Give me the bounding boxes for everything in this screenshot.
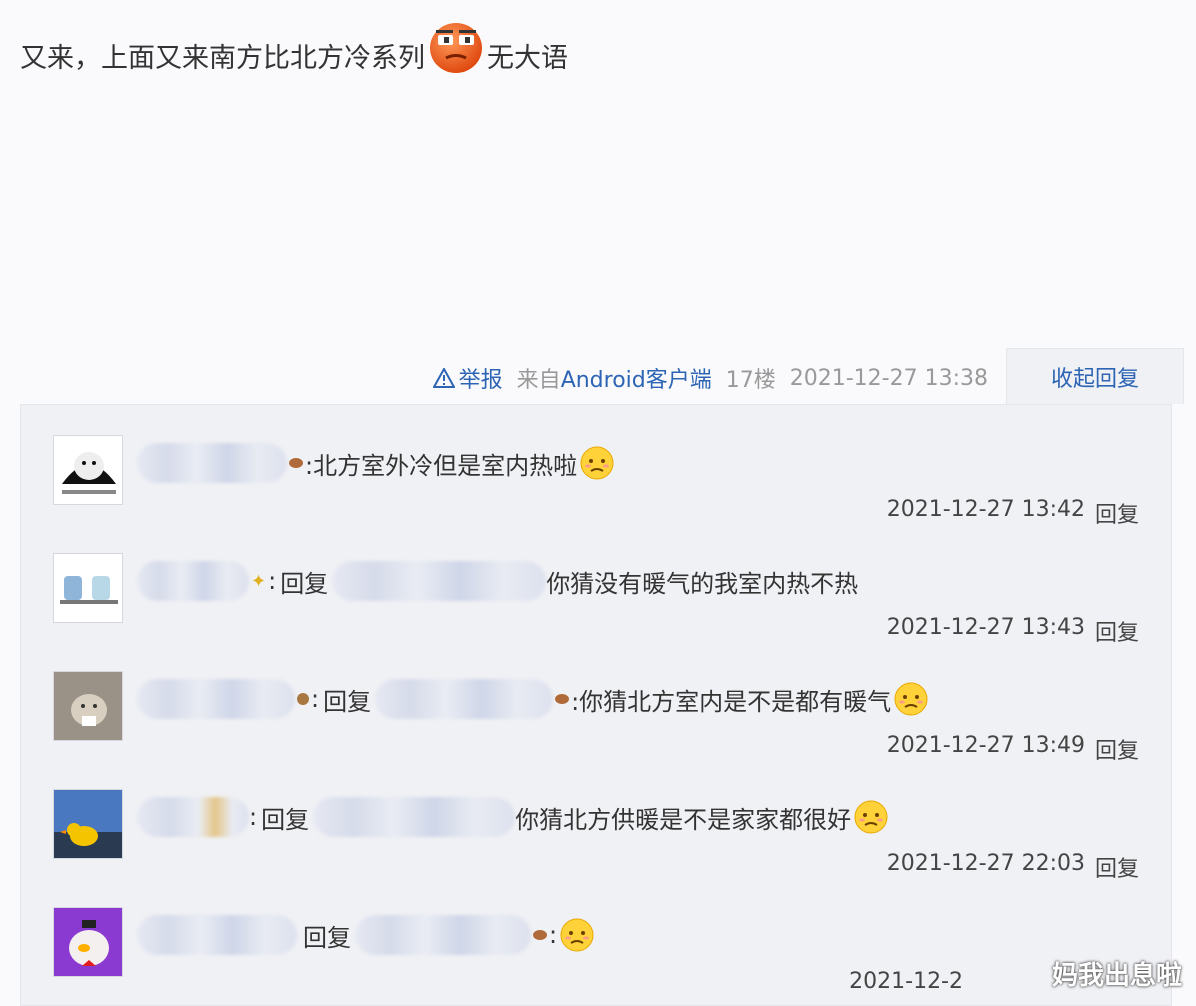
user-avatar[interactable] <box>53 553 123 623</box>
reply-keyword: 回复 <box>303 923 351 952</box>
reply-line: : 回复 你猜北方供暖是不是家家都很好 <box>137 795 889 839</box>
reply-text: 你猜北方供暖是不是家家都很好 <box>515 805 852 834</box>
user-avatar[interactable] <box>53 671 123 741</box>
reply-panel: :北方室外冷但是室内热啦 2021-12-27 13:42 回复 ✦: 回复 … <box>20 404 1172 1006</box>
report-label: 举报 <box>458 368 503 393</box>
reply-text: :你猜北方室内是不是都有暖气 <box>571 687 892 716</box>
reply-item: 回复 : 2021-12-2 <box>21 877 1173 995</box>
badge-icon <box>297 693 309 705</box>
hidden-reply-target[interactable] <box>355 915 531 955</box>
reply-text: :北方室外冷但是室内热啦 <box>305 451 578 480</box>
reply-footer: 2021-12-2 <box>849 969 973 994</box>
post-meta-bar: 举报 来自 Android客户端 17楼 2021-12-27 13:38 收起… <box>0 348 1196 404</box>
reply-text: 你猜没有暖气的我室内热不热 <box>546 569 859 598</box>
post-time: 2021-12-27 13:38 <box>789 365 988 391</box>
cat-avatar-icon <box>54 672 122 740</box>
hidden-reply-target[interactable] <box>375 679 554 719</box>
reply-keyword: 回复 <box>261 805 310 834</box>
hidden-reply-target[interactable] <box>313 797 516 837</box>
badge-icon <box>533 930 547 940</box>
hidden-username[interactable] <box>137 679 295 719</box>
collapse-replies-button[interactable]: 收起回复 <box>1006 348 1184 404</box>
source-label: 来自 <box>516 368 561 393</box>
cartoon-avatar-icon <box>54 554 122 622</box>
hidden-username[interactable] <box>137 561 249 601</box>
worried-face-icon <box>854 800 888 834</box>
panda-meme-icon <box>54 436 122 504</box>
badge-icon <box>555 694 570 704</box>
worried-face-icon <box>560 918 594 952</box>
reply-line: : 回复 :你猜北方室内是不是都有暖气 <box>137 677 929 721</box>
sparkle-icon: ✦ <box>251 570 267 592</box>
floor-number: 17楼 <box>725 368 776 393</box>
warning-icon <box>432 368 455 388</box>
reply-line: ✦ : 回复 你猜没有暖气的我室内热不热 <box>137 559 858 603</box>
source-client-link[interactable]: Android客户端 <box>561 362 712 394</box>
angry-face-icon <box>429 18 483 74</box>
post-meta: 举报 来自 Android客户端 17楼 2021-12-27 13:38 <box>432 362 988 394</box>
reply-time: 2021-12-2 <box>849 969 963 994</box>
reply-keyword: 回复 <box>323 687 372 716</box>
post-text-after: 无大语 <box>487 43 568 74</box>
reply-item: ✦ : 回复 你猜没有暖气的我室内热不热 2021-12-27 13:43 回复 <box>21 523 1173 646</box>
badge-icon <box>289 458 303 468</box>
reply-line: :北方室外冷但是室内热啦 <box>137 441 615 485</box>
user-avatar[interactable] <box>53 789 123 859</box>
reply-line: 回复 : <box>137 913 595 957</box>
duck-avatar-icon <box>54 790 122 858</box>
user-avatar[interactable] <box>53 907 123 977</box>
hidden-username[interactable] <box>137 915 297 955</box>
report-link[interactable]: 举报 <box>432 362 503 394</box>
reply-text: : <box>549 921 558 949</box>
user-avatar[interactable] <box>53 435 123 505</box>
reply-item: : 回复 你猜北方供暖是不是家家都很好 2021-12-27 22:03 回复 <box>21 759 1173 882</box>
hidden-reply-target[interactable] <box>332 561 547 601</box>
watermark: 妈我出息啦 <box>1051 961 1182 991</box>
reply-item: :北方室外冷但是室内热啦 2021-12-27 13:42 回复 <box>21 405 1173 528</box>
post-text-before: 又来，上面又来南方比北方冷系列 <box>20 43 425 74</box>
worried-face-icon <box>894 682 928 716</box>
reply-item: : 回复 :你猜北方室内是不是都有暖气 2021-12-27 13:49 回复 <box>21 641 1173 764</box>
post-content: 又来，上面又来南方比北方冷系列 无大语 <box>20 22 568 75</box>
hidden-username[interactable] <box>137 797 249 837</box>
hidden-username[interactable] <box>137 443 287 483</box>
worried-face-icon <box>580 446 614 480</box>
purple-cat-avatar-icon <box>54 908 122 976</box>
reply-keyword: 回复 <box>280 569 329 598</box>
